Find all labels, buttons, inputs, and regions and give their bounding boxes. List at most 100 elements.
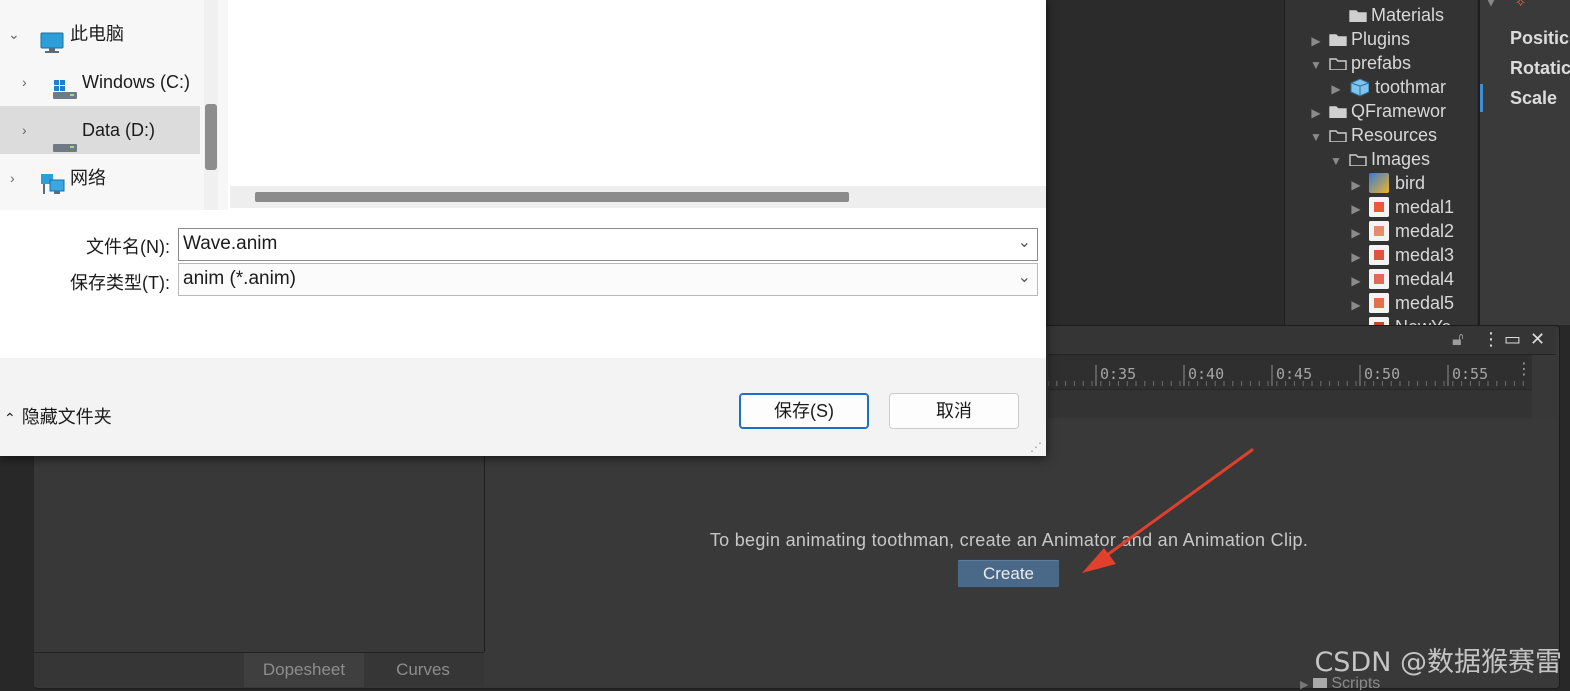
- foldout-closed-icon[interactable]: ▶: [1309, 101, 1323, 125]
- maximize-icon[interactable]: ▭: [1504, 329, 1521, 350]
- create-button[interactable]: Create: [957, 559, 1060, 588]
- project-item-label: NewYe: [1395, 317, 1451, 325]
- chevron-down-icon[interactable]: ⌄: [1018, 232, 1031, 251]
- project-item-label: medal3: [1395, 245, 1455, 265]
- file-list-view[interactable]: [228, 0, 1046, 210]
- save-button[interactable]: 保存(S): [739, 393, 869, 429]
- project-item[interactable]: ▶ NewYe: [1349, 315, 1451, 325]
- image-icon: [1369, 269, 1389, 289]
- foldout-closed-icon[interactable]: ▶: [1349, 197, 1363, 221]
- chevron-down-icon[interactable]: ⌄: [8, 10, 20, 58]
- annotation-arrow: [1082, 448, 1254, 573]
- horizontal-scrollbar-thumb[interactable]: [255, 192, 849, 202]
- project-item[interactable]: ▶ toothmar: [1329, 75, 1446, 99]
- nav-scrollbar-thumb[interactable]: [205, 104, 217, 170]
- project-item-label: medal1: [1395, 197, 1455, 217]
- tick-label: 0:45: [1276, 365, 1312, 383]
- animation-window-header: 🔓︎ ⋮ ▭ ✕: [1048, 326, 1556, 355]
- rotation-label: Rotatic: [1510, 58, 1570, 78]
- project-item[interactable]: ▶ medal2: [1349, 219, 1454, 243]
- image-icon: [1369, 317, 1389, 325]
- filename-value[interactable]: Wave.anim: [183, 233, 277, 255]
- track-strip: [1048, 390, 1532, 418]
- project-item-label: medal4: [1395, 269, 1455, 289]
- nav-label-this-pc: 此电脑: [70, 24, 124, 44]
- project-item-label: toothmar: [1375, 77, 1447, 97]
- network-icon: [40, 166, 66, 214]
- folder-open-icon: [1349, 154, 1367, 166]
- more-options-icon[interactable]: ⋮: [1482, 329, 1500, 350]
- folder-icon: [1329, 34, 1347, 46]
- tab-curves[interactable]: Curves: [364, 653, 482, 687]
- foldout-closed-icon[interactable]: ▶: [1329, 77, 1343, 101]
- foldout-closed-icon[interactable]: ▶: [1349, 293, 1363, 317]
- project-item[interactable]: ▶ medal4: [1349, 267, 1454, 291]
- resize-grip-icon[interactable]: ⋰: [1030, 440, 1042, 454]
- project-item[interactable]: ▶ Plugins: [1309, 27, 1410, 51]
- scale-label: Scale: [1510, 88, 1558, 108]
- prefab-icon: [1350, 78, 1369, 97]
- chevron-down-icon[interactable]: ⌄: [1018, 267, 1031, 286]
- nav-item-data-d[interactable]: › Data (D:): [0, 106, 200, 154]
- nav-item-windows-c[interactable]: › Windows (C:): [0, 58, 200, 106]
- foldout-closed-icon[interactable]: ▶: [1309, 29, 1323, 53]
- foldout-open-icon[interactable]: ▼: [1309, 125, 1323, 149]
- transform-icon: ⟡: [1516, 0, 1526, 10]
- nav-label-network: 网络: [70, 168, 106, 188]
- timeline-menu-icon[interactable]: ⋮: [1516, 359, 1532, 378]
- project-item[interactable]: ▶ QFramewor: [1309, 99, 1446, 123]
- foldout-closed-icon[interactable]: ▶: [1349, 269, 1363, 293]
- project-item[interactable]: ▼ Images: [1329, 147, 1430, 171]
- project-item-label: bird: [1395, 173, 1426, 193]
- project-item-label: Plugins: [1351, 29, 1411, 49]
- save-dialog: ⌄ 此电脑 › Windows (C:) › Data (D:) › 网络 文件…: [0, 0, 1046, 456]
- project-item[interactable]: Materials: [1329, 3, 1444, 27]
- nav-item-this-pc[interactable]: ⌄ 此电脑: [0, 10, 200, 58]
- project-item[interactable]: ▶ bird: [1349, 171, 1425, 195]
- foldout-open-icon[interactable]: ▼: [1329, 149, 1343, 173]
- chevron-up-icon[interactable]: ⌃: [4, 410, 16, 426]
- tick-label: 0:40: [1188, 365, 1224, 383]
- cancel-button[interactable]: 取消: [889, 393, 1019, 429]
- foldout-closed-icon[interactable]: ▶: [1349, 221, 1363, 245]
- foldout-open-icon[interactable]: ▼: [1309, 53, 1323, 77]
- project-item[interactable]: ▼ prefabs: [1309, 51, 1411, 75]
- project-panel: Materials ▶ Plugins ▼ prefabs ▶ toothmar ▶ QFram…: [1284, 0, 1477, 325]
- folder-icon: [1349, 10, 1367, 22]
- project-item[interactable]: ▶ medal1: [1349, 195, 1454, 219]
- project-item[interactable]: ▶ medal3: [1349, 243, 1454, 267]
- close-icon[interactable]: ✕: [1530, 329, 1545, 350]
- tick-label: 0:55: [1452, 365, 1488, 383]
- image-icon: [1369, 293, 1389, 313]
- foldout-closed-icon[interactable]: ▶: [1349, 317, 1363, 325]
- chevron-right-icon[interactable]: ›: [22, 58, 27, 106]
- timeline-ticks: 0:35 0:40 0:45 0:50 0:55: [1048, 365, 1524, 386]
- timeline-ruler[interactable]: 0:35 0:40 0:45 0:50 0:55 ⋮: [1048, 355, 1532, 390]
- project-item[interactable]: ▼ Resources: [1309, 123, 1437, 147]
- animation-property-list: [34, 456, 485, 652]
- project-item-label: QFramewor: [1351, 101, 1447, 121]
- project-item-label: Materials: [1371, 5, 1445, 25]
- project-item-label: Resources: [1351, 125, 1438, 145]
- folder-open-icon: [1329, 130, 1347, 142]
- chevron-right-icon[interactable]: ›: [22, 106, 27, 154]
- foldout-arrow-icon[interactable]: ▼: [1486, 0, 1496, 9]
- hide-folders-label: 隐藏文件夹: [21, 407, 112, 427]
- lock-icon[interactable]: 🔓︎: [1452, 329, 1464, 350]
- filename-area: 文件名(N): Wave.anim ⌄ 保存类型(T): anim (*.ani…: [0, 210, 1046, 358]
- tab-dopesheet[interactable]: Dopesheet: [244, 653, 364, 687]
- foldout-closed-icon[interactable]: ▶: [1349, 245, 1363, 269]
- filetype-select[interactable]: anim (*.anim) ⌄: [178, 263, 1038, 296]
- filename-input[interactable]: Wave.anim ⌄: [178, 228, 1038, 261]
- image-icon: [1369, 245, 1389, 265]
- project-item[interactable]: ▶ medal5: [1349, 291, 1454, 315]
- chevron-right-icon[interactable]: ›: [10, 154, 15, 202]
- image-icon: [1369, 221, 1389, 241]
- watermark: CSDN @数据猴赛雷: [1314, 647, 1562, 678]
- nav-label-windows-c: Windows (C:): [82, 72, 191, 92]
- filetype-label: 保存类型(T):: [70, 273, 170, 293]
- nav-label-data-d: Data (D:): [82, 120, 156, 140]
- foldout-closed-icon[interactable]: ▶: [1349, 173, 1363, 197]
- nav-item-network[interactable]: › 网络: [0, 154, 200, 202]
- hide-folders-toggle[interactable]: ⌃ 隐藏文件夹: [4, 403, 112, 429]
